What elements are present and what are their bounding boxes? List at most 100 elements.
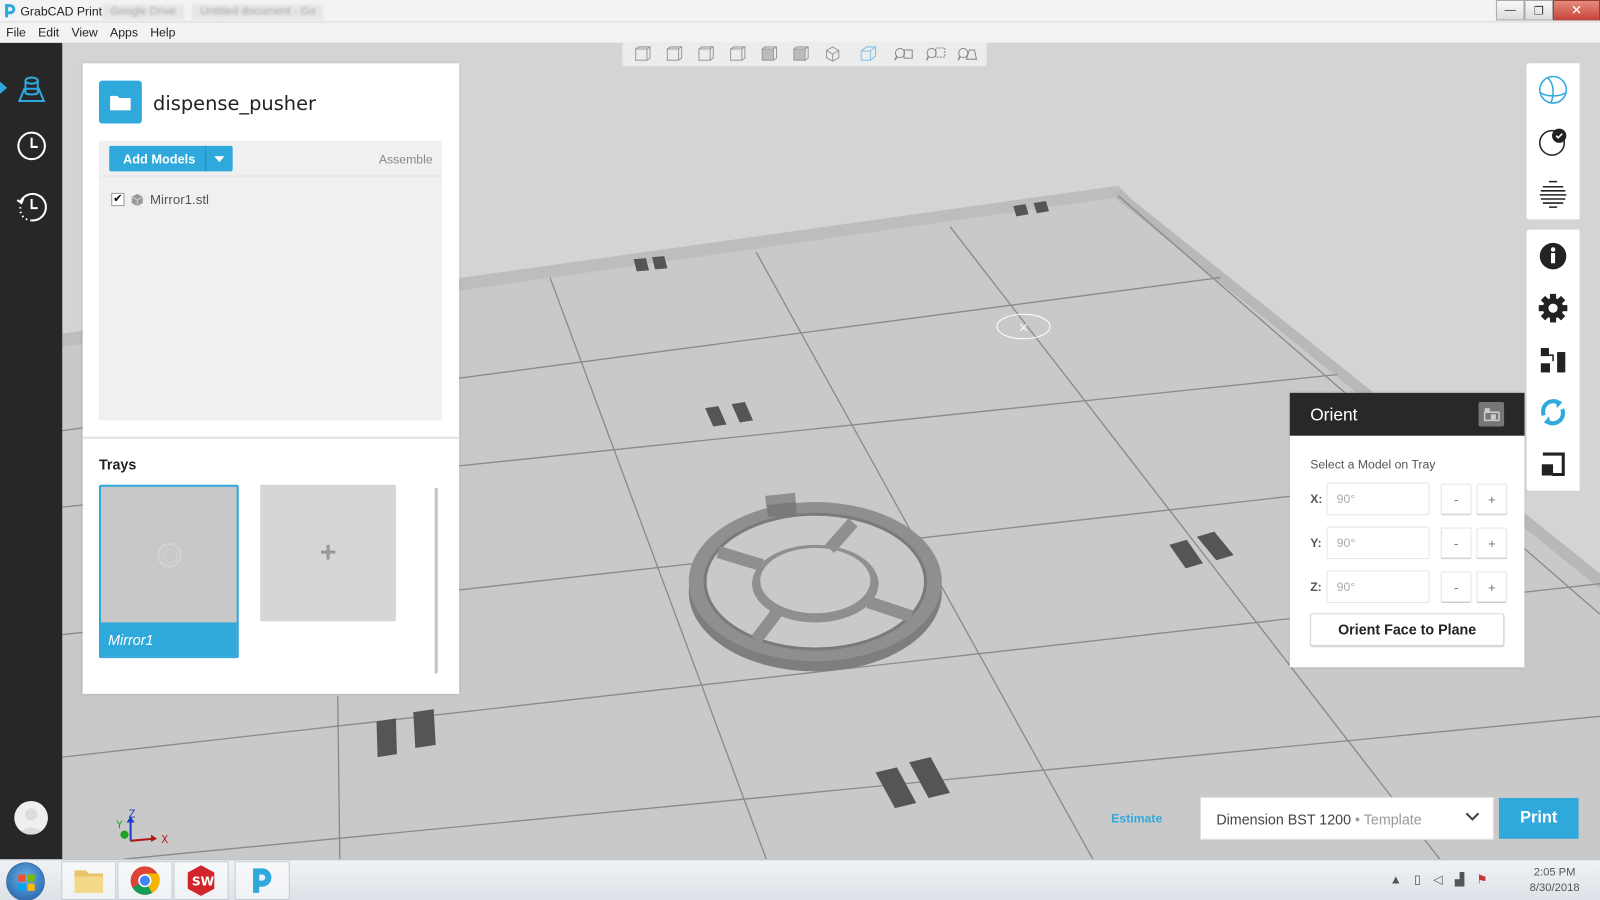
printer-select[interactable]: Dimension BST 1200 • Template <box>1199 796 1494 840</box>
close-button[interactable]: ✕ <box>1553 0 1600 21</box>
zoom-tray-icon[interactable] <box>951 42 983 66</box>
pin-panel-button[interactable] <box>1478 402 1505 427</box>
view-bottom-icon[interactable] <box>785 42 817 66</box>
orient-face-to-plane-button[interactable]: Orient Face to Plane <box>1310 613 1505 646</box>
cube-icon <box>131 193 143 206</box>
rail-item-queue[interactable] <box>12 127 51 166</box>
start-button[interactable] <box>6 862 45 900</box>
add-models-button[interactable]: Add Models <box>109 145 233 172</box>
info-icon <box>1539 242 1567 269</box>
orient-icon <box>1541 398 1565 425</box>
model-view-icon <box>1539 75 1568 104</box>
models-header: Add Models Assemble <box>98 140 442 177</box>
scale-button[interactable] <box>1527 438 1580 490</box>
arrange-button[interactable] <box>1527 334 1580 386</box>
add-models-label[interactable]: Add Models <box>109 145 207 172</box>
model-list-item[interactable]: ✔ Mirror1.stl <box>111 192 209 207</box>
model-view-button[interactable] <box>1527 63 1580 115</box>
background-tab[interactable]: Google Drive <box>102 4 184 21</box>
model-checkbox[interactable]: ✔ <box>111 192 125 207</box>
minimize-button[interactable]: — <box>1495 0 1525 21</box>
chrome-icon <box>130 866 160 895</box>
volume-icon[interactable]: ◁ <box>1433 872 1442 886</box>
x-decrement-button[interactable]: - <box>1440 483 1472 515</box>
project-title[interactable]: dispense_pusher <box>153 93 316 115</box>
show-hidden-icons[interactable]: ▲ <box>1390 872 1402 886</box>
view-toolbar <box>622 41 987 67</box>
slice-preview-button[interactable] <box>1527 167 1580 219</box>
windows-logo-icon <box>18 874 35 891</box>
prepare-icon <box>17 76 46 103</box>
caret-down-icon <box>214 155 225 162</box>
model-check-button[interactable] <box>1527 115 1580 167</box>
background-tab[interactable]: Untitled document - Go <box>192 4 324 21</box>
arrange-icon <box>1540 347 1566 372</box>
menu-view[interactable]: View <box>65 22 104 42</box>
window-controls: — ❐ ✕ <box>1495 0 1600 21</box>
y-axis <box>120 830 129 839</box>
y-increment-button[interactable]: + <box>1476 527 1508 559</box>
orient-button[interactable] <box>1527 386 1580 438</box>
x-axis-label: X <box>161 835 168 846</box>
menu-help[interactable]: Help <box>144 22 181 42</box>
assemble-button[interactable]: Assemble <box>379 152 433 166</box>
rail-item-prepare[interactable] <box>12 69 51 108</box>
windows-taskbar: SW ▲ ▯ ◁ ▟ ⚑ 2:05 PM 8/30/2018 <box>0 859 1600 900</box>
system-clock[interactable]: 2:05 PM 8/30/2018 <box>1530 865 1580 896</box>
z-decrement-button[interactable]: - <box>1440 571 1472 603</box>
action-center-icon[interactable]: ⚑ <box>1476 872 1487 886</box>
y-rotation-input[interactable]: 90° <box>1326 526 1430 560</box>
y-decrement-button[interactable]: - <box>1440 527 1472 559</box>
menu-file[interactable]: File <box>0 22 32 42</box>
menu-apps[interactable]: Apps <box>104 22 144 42</box>
z-increment-button[interactable]: + <box>1476 571 1508 603</box>
axis-label: Y: <box>1310 535 1322 550</box>
z-rotation-input[interactable]: 90° <box>1326 570 1430 604</box>
view-top-icon[interactable] <box>753 42 785 66</box>
network-icon[interactable]: ▟ <box>1455 872 1464 886</box>
orient-hint: Select a Model on Tray <box>1310 457 1436 472</box>
model-name: Mirror1.stl <box>149 191 209 208</box>
taskbar-explorer[interactable] <box>61 861 117 900</box>
zoom-selection-icon[interactable] <box>919 42 951 66</box>
view-front-icon[interactable] <box>627 42 659 66</box>
printer-template: Template <box>1363 811 1422 828</box>
estimate-link[interactable]: Estimate <box>1111 811 1162 825</box>
info-button[interactable] <box>1527 230 1580 282</box>
trays-scrollbar[interactable] <box>434 487 438 674</box>
x-increment-button[interactable]: + <box>1476 483 1508 515</box>
view-back-icon[interactable] <box>658 42 690 66</box>
view-left-icon[interactable] <box>690 42 722 66</box>
project-panel: dispense_pusher Add Models Assemble ✔ Mi… <box>82 63 460 694</box>
rail-item-history[interactable] <box>12 188 51 227</box>
zoom-fit-icon[interactable] <box>888 42 920 66</box>
view-right-icon[interactable] <box>721 42 753 66</box>
scale-icon <box>1541 452 1565 476</box>
taskbar-solidworks[interactable]: SW <box>173 861 229 900</box>
tray-card-selected[interactable]: Mirror1 <box>98 484 239 659</box>
axis-row-x: X: 90° - + <box>1310 482 1508 516</box>
system-tray: ▲ ▯ ◁ ▟ ⚑ <box>1390 872 1488 886</box>
trays-heading: Trays <box>98 456 137 473</box>
orient-title: Orient <box>1310 405 1358 425</box>
background-tabs: Google Drive Untitled document - Go <box>102 4 459 21</box>
user-avatar[interactable] <box>14 801 48 835</box>
orient-header: Orient <box>1289 392 1525 436</box>
view-perspective-icon[interactable] <box>852 42 884 66</box>
settings-button[interactable] <box>1527 282 1580 334</box>
x-axis <box>130 837 154 842</box>
taskbar-chrome[interactable] <box>117 861 173 900</box>
left-nav-rail <box>0 42 63 860</box>
add-tray-button[interactable]: + <box>260 484 396 622</box>
pin-icon <box>1483 408 1500 422</box>
menu-edit[interactable]: Edit <box>32 22 65 42</box>
taskbar-grabcad[interactable] <box>234 861 290 900</box>
maximize-button[interactable]: ❐ <box>1524 0 1554 21</box>
device-icon[interactable]: ▯ <box>1414 872 1421 886</box>
x-rotation-input[interactable]: 90° <box>1326 482 1430 516</box>
axis-label: X: <box>1310 491 1323 507</box>
add-models-dropdown[interactable] <box>206 146 233 172</box>
print-button[interactable]: Print <box>1498 797 1579 839</box>
grabcad-logo-icon <box>253 868 272 893</box>
view-iso-icon[interactable] <box>816 42 848 66</box>
